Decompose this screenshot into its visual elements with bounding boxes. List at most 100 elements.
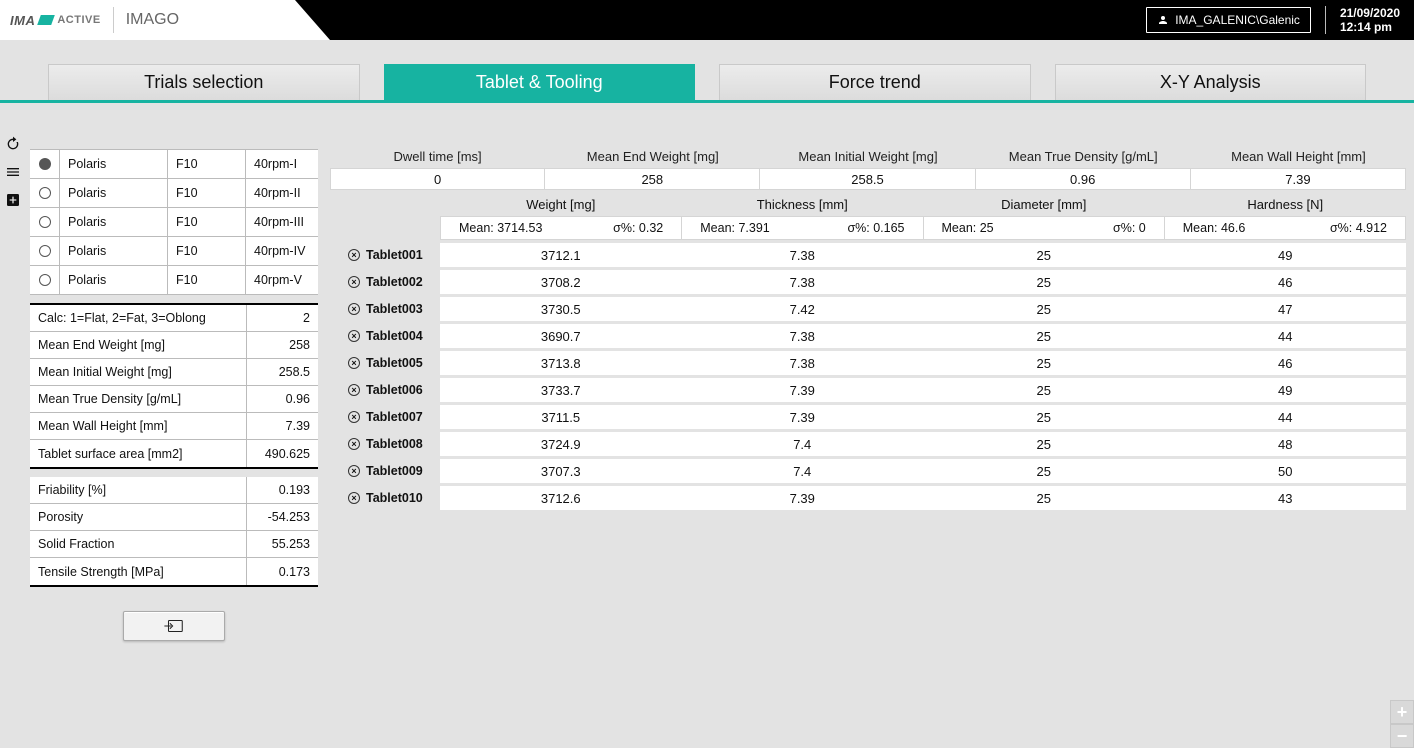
date-text: 21/09/2020 <box>1340 6 1400 20</box>
param-row: Friability [%]0.193 <box>30 477 318 504</box>
expand-icon[interactable]: × <box>348 384 360 396</box>
trial-row[interactable]: PolarisF1040rpm-IV <box>30 237 318 266</box>
expand-icon[interactable]: × <box>348 276 360 288</box>
table-cell: 46 <box>1165 351 1407 375</box>
trial-radio[interactable] <box>30 266 60 294</box>
topbar-right: IMA_GALENIC\Galenic 21/09/2020 12:14 pm <box>1146 0 1414 40</box>
trial-code: F10 <box>168 150 246 178</box>
param-label: Porosity <box>30 510 246 524</box>
trial-name: Polaris <box>60 208 168 236</box>
measure-head: Weight [mg] <box>440 193 682 216</box>
param-value: 2 <box>246 305 318 331</box>
row-label[interactable]: ×Tablet003 <box>330 297 440 321</box>
table-cell: 44 <box>1165 405 1407 429</box>
expand-icon[interactable]: × <box>348 411 360 423</box>
table-cell: 3690.7 <box>440 324 682 348</box>
row-label[interactable]: ×Tablet004 <box>330 324 440 348</box>
param-value: 0.173 <box>246 558 318 585</box>
table-cell: 7.39 <box>682 486 924 510</box>
add-panel-icon[interactable] <box>4 191 22 209</box>
mean-label: Mean: 46.6 <box>1165 217 1285 239</box>
expand-icon[interactable]: × <box>348 303 360 315</box>
sigma-label: σ%: 0 <box>1044 217 1164 239</box>
row-label[interactable]: ×Tablet006 <box>330 378 440 402</box>
trial-row[interactable]: PolarisF1040rpm-I <box>30 150 318 179</box>
trial-radio[interactable] <box>30 150 60 178</box>
row-label[interactable]: ×Tablet009 <box>330 459 440 483</box>
table-row: ×Tablet0053713.87.382546 <box>330 351 1406 378</box>
table-cell: 3708.2 <box>440 270 682 294</box>
trial-radio[interactable] <box>30 237 60 265</box>
table-row: ×Tablet0063733.77.392549 <box>330 378 1406 405</box>
param-value: 55.253 <box>246 531 318 557</box>
expand-icon[interactable]: × <box>348 492 360 504</box>
row-label[interactable]: ×Tablet008 <box>330 432 440 456</box>
table-row: ×Tablet0013712.17.382549 <box>330 243 1406 270</box>
param-row: Mean Initial Weight [mg]258.5 <box>30 359 318 386</box>
export-button[interactable] <box>123 611 225 641</box>
table-cell: 50 <box>1165 459 1407 483</box>
trial-radio[interactable] <box>30 208 60 236</box>
table-row: ×Tablet0033730.57.422547 <box>330 297 1406 324</box>
summary-head: Dwell time [ms] <box>330 149 545 168</box>
expand-icon[interactable]: × <box>348 465 360 477</box>
table-cell: 25 <box>923 378 1165 402</box>
row-label[interactable]: ×Tablet010 <box>330 486 440 510</box>
table-cell: 3712.6 <box>440 486 682 510</box>
expand-icon[interactable]: × <box>348 438 360 450</box>
sigma-label: σ%: 0.165 <box>802 217 922 239</box>
user-button[interactable]: IMA_GALENIC\Galenic <box>1146 7 1311 33</box>
zoom-in-button[interactable]: + <box>1390 700 1414 724</box>
summary-value: 0 <box>330 168 545 190</box>
expand-icon[interactable]: × <box>348 357 360 369</box>
refresh-icon[interactable] <box>4 135 22 153</box>
summary-head: Mean True Density [g/mL] <box>976 149 1191 168</box>
side-toolbar <box>0 103 26 641</box>
row-label[interactable]: ×Tablet001 <box>330 243 440 267</box>
row-label[interactable]: ×Tablet007 <box>330 405 440 429</box>
tab-trials-selection[interactable]: Trials selection <box>48 64 360 100</box>
row-label[interactable]: ×Tablet002 <box>330 270 440 294</box>
summary-head: Mean Initial Weight [mg] <box>760 149 975 168</box>
trial-row[interactable]: PolarisF1040rpm-III <box>30 208 318 237</box>
param-value: 7.39 <box>246 413 318 439</box>
topbar: IMAACTIVE IMAGO IMA_GALENIC\Galenic 21/0… <box>0 0 1414 40</box>
summary-head: Mean End Weight [mg] <box>545 149 760 168</box>
table-cell: 48 <box>1165 432 1407 456</box>
table-cell: 25 <box>923 432 1165 456</box>
trial-row[interactable]: PolarisF1040rpm-II <box>30 179 318 208</box>
expand-icon[interactable]: × <box>348 330 360 342</box>
table-cell: 25 <box>923 324 1165 348</box>
param-label: Mean Initial Weight [mg] <box>30 365 246 379</box>
param-label: Mean Wall Height [mm] <box>30 419 246 433</box>
measure-header-row: Weight [mg]Thickness [mm]Diameter [mm]Ha… <box>330 193 1406 216</box>
trial-row[interactable]: PolarisF1040rpm-V <box>30 266 318 295</box>
param-label: Friability [%] <box>30 483 246 497</box>
trial-radio[interactable] <box>30 179 60 207</box>
zoom-out-button[interactable]: − <box>1390 724 1414 748</box>
tab-x-y-analysis[interactable]: X-Y Analysis <box>1055 64 1367 100</box>
table-row: ×Tablet0023708.27.382546 <box>330 270 1406 297</box>
table-row: ×Tablet0043690.77.382544 <box>330 324 1406 351</box>
measure-stat-row: Mean: 3714.53σ%: 0.32Mean: 7.391σ%: 0.16… <box>330 216 1406 240</box>
sigma-label: σ%: 4.912 <box>1285 217 1405 239</box>
table-cell: 25 <box>923 297 1165 321</box>
tab-force-trend[interactable]: Force trend <box>719 64 1031 100</box>
table-cell: 7.38 <box>682 270 924 294</box>
param-value: 258 <box>246 332 318 358</box>
list-icon[interactable] <box>4 163 22 181</box>
expand-icon[interactable]: × <box>348 249 360 261</box>
param-label: Mean True Density [g/mL] <box>30 392 246 406</box>
tab-tablet-tooling[interactable]: Tablet & Tooling <box>384 64 696 100</box>
row-label[interactable]: ×Tablet005 <box>330 351 440 375</box>
sigma-label: σ%: 0.32 <box>561 217 681 239</box>
param-row: Solid Fraction55.253 <box>30 531 318 558</box>
summary-col: Mean Wall Height [mm]7.39 <box>1191 149 1406 190</box>
measure-head: Diameter [mm] <box>923 193 1165 216</box>
summary-head: Mean Wall Height [mm] <box>1191 149 1406 168</box>
app-name: IMAGO <box>126 11 179 29</box>
trial-name: Polaris <box>60 179 168 207</box>
user-icon <box>1157 14 1169 26</box>
table-cell: 7.39 <box>682 405 924 429</box>
param-label: Tablet surface area [mm2] <box>30 447 246 461</box>
